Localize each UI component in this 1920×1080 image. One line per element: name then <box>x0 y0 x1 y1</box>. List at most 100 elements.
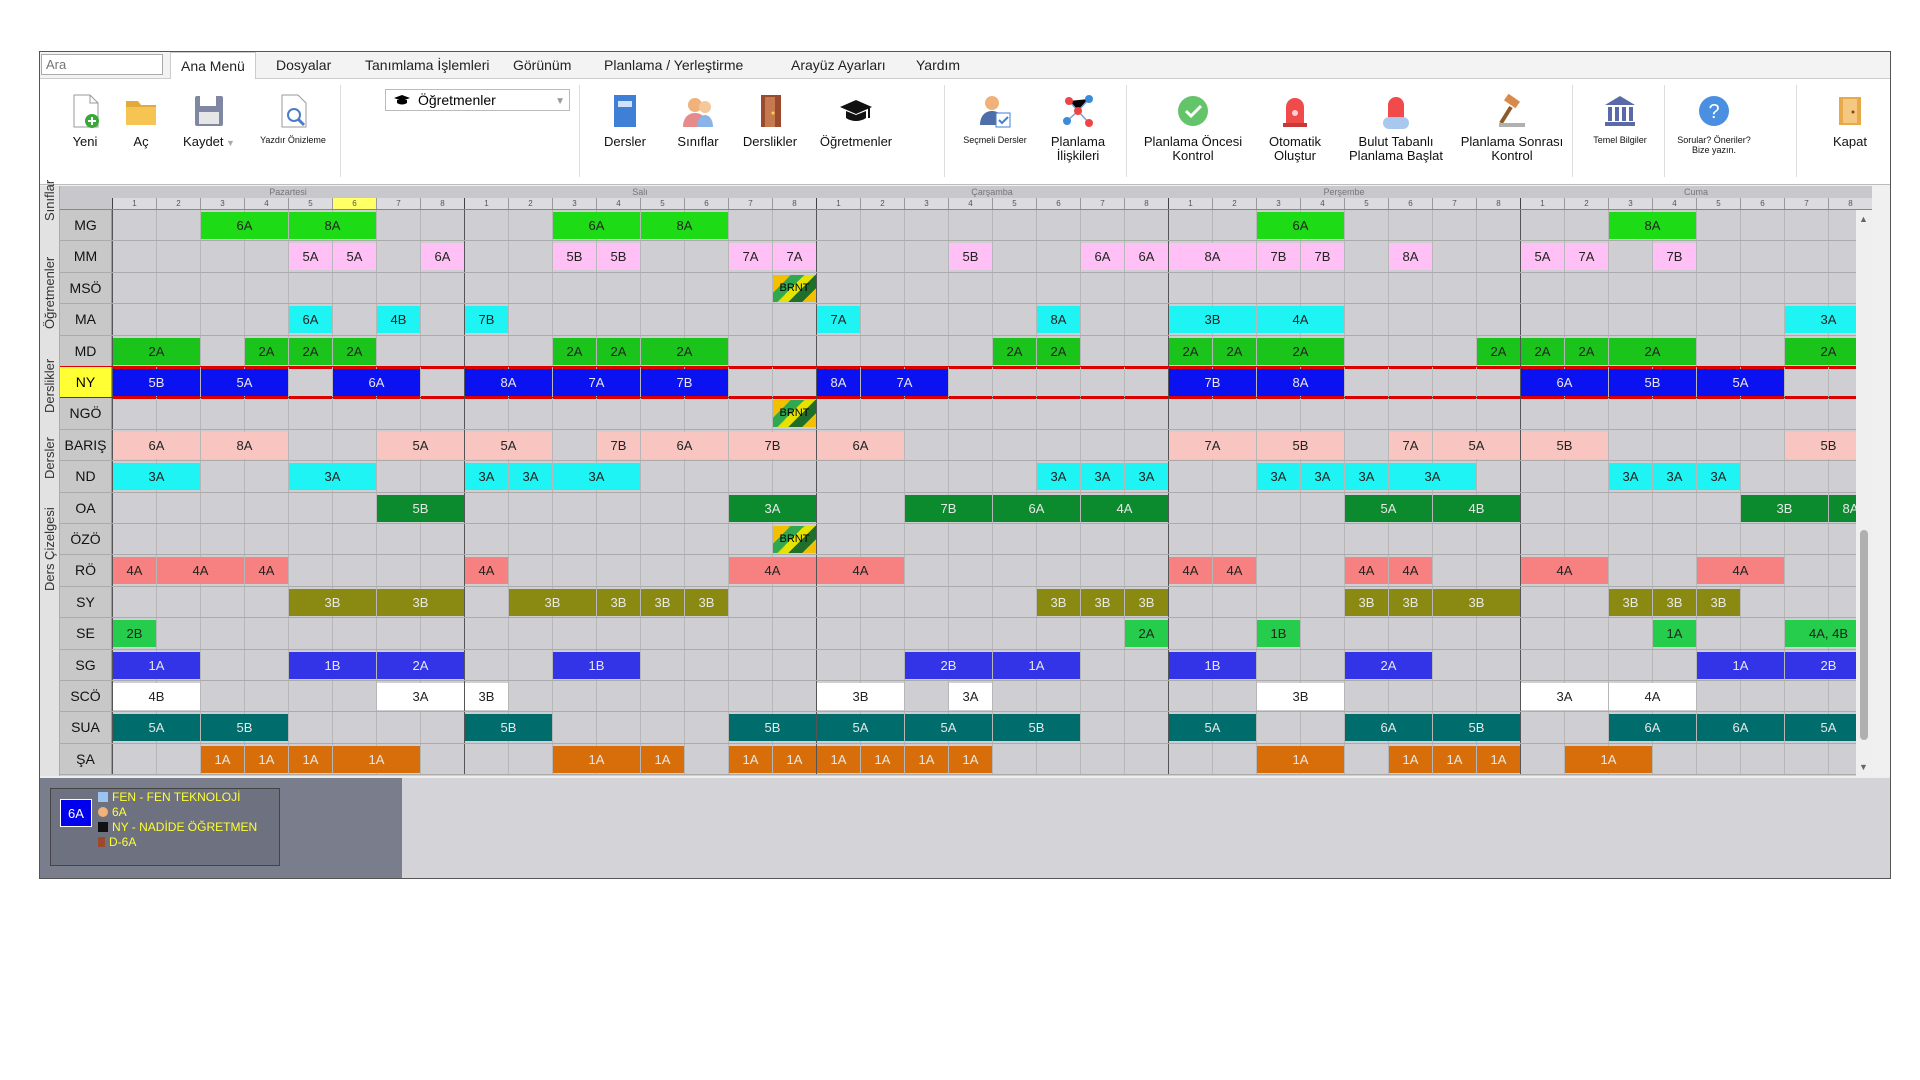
basic-info-button[interactable]: Temel Bilgiler <box>1580 79 1660 185</box>
lesson-block[interactable]: 4B <box>1433 494 1520 522</box>
side-tab-classes[interactable]: Sınıflar <box>40 180 60 240</box>
schedule-cell[interactable] <box>112 492 156 523</box>
schedule-cell[interactable] <box>1652 524 1696 555</box>
schedule-cell[interactable] <box>1388 304 1432 335</box>
schedule-cell[interactable] <box>1212 272 1256 304</box>
lesson-info-card[interactable]: 6A FEN - FEN TEKNOLOJİ 6A NY - NADİDE ÖĞ… <box>50 788 280 866</box>
lesson-block[interactable]: 4A <box>817 557 904 585</box>
schedule-cell[interactable] <box>1652 492 1696 523</box>
schedule-cell[interactable] <box>640 241 684 272</box>
schedule-cell[interactable] <box>156 524 200 555</box>
schedule-cell[interactable] <box>772 367 816 398</box>
schedule-cell[interactable] <box>860 586 904 618</box>
schedule-cell[interactable] <box>1080 335 1124 366</box>
schedule-cell[interactable] <box>244 398 288 429</box>
lesson-block[interactable]: 3B <box>685 588 728 616</box>
schedule-cell[interactable] <box>200 304 244 335</box>
schedule-cell[interactable] <box>1080 429 1124 461</box>
lesson-block[interactable]: 6A <box>1257 212 1344 239</box>
schedule-cell[interactable] <box>1256 492 1300 523</box>
lesson-block[interactable]: 2A <box>1213 337 1256 365</box>
schedule-cell[interactable] <box>464 335 508 366</box>
teacher-row[interactable]: NGÖ BRNT <box>60 398 1872 430</box>
schedule-cell[interactable] <box>1652 743 1696 775</box>
schedule-cell[interactable] <box>596 555 640 586</box>
lesson-block[interactable]: 6A <box>201 212 288 239</box>
lesson-block[interactable]: 5B <box>597 243 640 271</box>
lesson-block[interactable]: 6A <box>1609 714 1696 742</box>
lesson-block[interactable]: 2A <box>245 337 288 365</box>
schedule-cell[interactable] <box>1256 272 1300 304</box>
lesson-block[interactable]: 1A <box>1433 745 1476 773</box>
lesson-block[interactable]: 1A <box>861 745 904 773</box>
schedule-cell[interactable] <box>684 398 728 429</box>
side-tab-teachers[interactable]: Öğretmenler <box>40 244 60 348</box>
schedule-cell[interactable] <box>1080 743 1124 775</box>
schedule-cell[interactable] <box>200 272 244 304</box>
schedule-cell[interactable] <box>1344 524 1388 555</box>
schedule-cell[interactable] <box>1564 398 1608 429</box>
vertical-scrollbar[interactable]: ▲ ▼ <box>1856 210 1872 776</box>
schedule-cell[interactable] <box>464 241 508 272</box>
lesson-block[interactable]: 4A <box>245 557 288 585</box>
schedule-cell[interactable] <box>244 586 288 618</box>
lesson-block[interactable]: 6A <box>641 431 728 459</box>
post-planning-check-button[interactable]: Planlama Sonrası Kontrol <box>1458 79 1566 185</box>
schedule-cell[interactable] <box>1784 586 1828 618</box>
schedule-cell[interactable] <box>1212 461 1256 492</box>
lesson-block[interactable]: 3A <box>1125 463 1168 491</box>
teacher-code[interactable]: SUA <box>60 712 112 743</box>
schedule-cell[interactable] <box>1784 241 1828 272</box>
lesson-block[interactable]: 6A <box>421 243 464 271</box>
schedule-cell[interactable] <box>200 586 244 618</box>
schedule-cell[interactable] <box>244 272 288 304</box>
schedule-cell[interactable] <box>860 241 904 272</box>
schedule-cell[interactable] <box>1080 398 1124 429</box>
schedule-cell[interactable] <box>508 524 552 555</box>
lesson-block[interactable]: 3B <box>509 588 596 616</box>
schedule-cell[interactable] <box>1740 524 1784 555</box>
schedule-cell[interactable] <box>1036 241 1080 272</box>
schedule-cell[interactable] <box>1696 398 1740 429</box>
schedule-cell[interactable] <box>728 649 772 680</box>
lesson-block[interactable]: 2A <box>1521 337 1564 365</box>
schedule-cell[interactable] <box>200 398 244 429</box>
schedule-cell[interactable] <box>728 304 772 335</box>
schedule-cell[interactable] <box>772 618 816 649</box>
schedule-cell[interactable] <box>992 461 1036 492</box>
schedule-cell[interactable] <box>1124 335 1168 366</box>
lesson-block[interactable]: 3B <box>1653 588 1696 616</box>
lesson-block[interactable]: 8A <box>201 431 288 459</box>
schedule-cell[interactable] <box>376 398 420 429</box>
lesson-block[interactable]: 3B <box>1433 588 1520 616</box>
schedule-cell[interactable] <box>1520 743 1564 775</box>
schedule-cell[interactable] <box>1520 618 1564 649</box>
schedule-cell[interactable] <box>464 743 508 775</box>
schedule-cell[interactable] <box>1520 712 1564 743</box>
teacher-row[interactable]: MM 5A 5A 6A 5B 5B 7A 7A 5B 6A 6A 8A 7B 7B 8A 5A 7A 7B <box>60 241 1872 273</box>
schedule-cell[interactable] <box>288 398 332 429</box>
lesson-block[interactable]: 4A <box>1697 557 1784 585</box>
schedule-cell[interactable] <box>948 524 992 555</box>
schedule-cell[interactable] <box>1124 524 1168 555</box>
schedule-cell[interactable] <box>552 492 596 523</box>
lesson-block[interactable]: 4A <box>1345 557 1388 585</box>
schedule-cell[interactable] <box>332 618 376 649</box>
auto-generate-button[interactable]: Otomatik Oluştur <box>1256 79 1334 185</box>
lesson-block[interactable]: 1A <box>773 745 816 773</box>
schedule-cell[interactable] <box>1388 335 1432 366</box>
lesson-block[interactable]: 5A <box>113 714 200 742</box>
schedule-cell[interactable] <box>244 461 288 492</box>
schedule-cell[interactable] <box>1256 649 1300 680</box>
teacher-row[interactable]: MG 6A 8A 6A 8A 6A 8A <box>60 210 1872 242</box>
lesson-block[interactable]: 1A <box>817 745 860 773</box>
lesson-block[interactable]: 7A <box>1389 431 1432 459</box>
lesson-block[interactable]: 5A <box>1521 243 1564 271</box>
pre-planning-check-button[interactable]: Planlama Öncesi Kontrol <box>1134 79 1252 185</box>
schedule-cell[interactable] <box>904 241 948 272</box>
schedule-cell[interactable] <box>1036 210 1080 241</box>
lesson-block[interactable]: 5B <box>993 714 1080 742</box>
schedule-cell[interactable] <box>1432 241 1476 272</box>
schedule-cell[interactable] <box>288 681 332 712</box>
scrollbar-thumb[interactable] <box>1860 530 1868 740</box>
